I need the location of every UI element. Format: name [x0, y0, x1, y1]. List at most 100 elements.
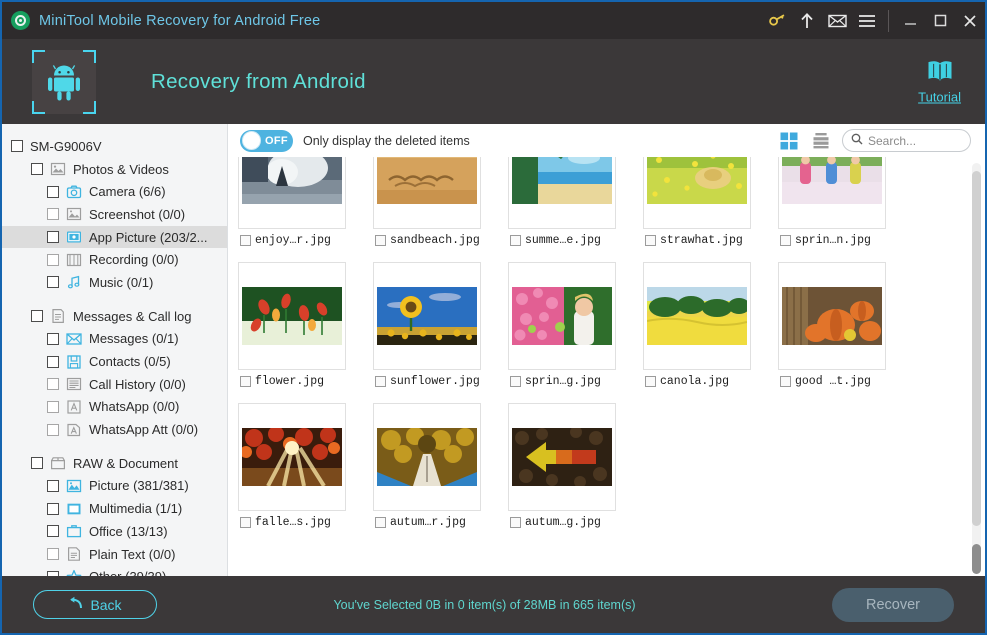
search-input[interactable]	[868, 134, 962, 148]
file-thumbnail[interactable]	[508, 403, 616, 511]
close-button[interactable]	[955, 2, 985, 39]
music-icon	[66, 274, 82, 290]
item-label: Recording (0/0)	[89, 252, 179, 267]
file-thumbnail[interactable]	[373, 262, 481, 370]
file-checkbox[interactable]	[510, 517, 521, 528]
file-thumbnail[interactable]	[238, 157, 346, 229]
item-checkbox[interactable]	[47, 401, 59, 413]
item-checkbox[interactable]	[47, 254, 59, 266]
sidebar-item-whatsapp-att[interactable]: WhatsApp Att (0/0)	[2, 418, 227, 441]
item-checkbox[interactable]	[47, 186, 59, 198]
file-cell[interactable]: falle…s.jpg	[238, 403, 372, 529]
file-cell[interactable]: strawhat.jpg	[643, 157, 777, 247]
sidebar-item-app-picture[interactable]: App Picture (203/2...	[2, 226, 227, 249]
file-checkbox[interactable]	[375, 517, 386, 528]
file-cell[interactable]: sunflower.jpg	[373, 262, 507, 388]
file-cell[interactable]: canola.jpg	[643, 262, 777, 388]
file-cell[interactable]: enjoy…r.jpg	[238, 157, 372, 247]
sidebar-item-screenshot[interactable]: Screenshot (0/0)	[2, 203, 227, 226]
file-thumbnail[interactable]	[778, 157, 886, 229]
sidebar-group-photos-videos[interactable]: Photos & Videos	[2, 158, 227, 181]
item-checkbox[interactable]	[47, 525, 59, 537]
titlebar-divider	[888, 10, 889, 32]
search-box[interactable]	[842, 129, 971, 152]
file-checkbox[interactable]	[375, 235, 386, 246]
tutorial-link[interactable]: Tutorial	[918, 59, 961, 104]
file-checkbox[interactable]	[240, 517, 251, 528]
sidebar-item-call-history[interactable]: Call History (0/0)	[2, 373, 227, 396]
screenshot-icon	[66, 206, 82, 222]
upload-arrow-icon[interactable]	[792, 2, 822, 39]
recover-button[interactable]: Recover	[832, 588, 954, 622]
item-checkbox[interactable]	[47, 208, 59, 220]
file-checkbox[interactable]	[375, 376, 386, 387]
sidebar-item-picture[interactable]: Picture (381/381)	[2, 475, 227, 498]
file-cell[interactable]: good …t.jpg	[778, 262, 912, 388]
file-thumbnail[interactable]	[508, 157, 616, 229]
sidebar-item-multimedia[interactable]: Multimedia (1/1)	[2, 497, 227, 520]
sidebar-item-plain-text[interactable]: Plain Text (0/0)	[2, 543, 227, 566]
vertical-scrollbar[interactable]	[972, 163, 981, 574]
file-checkbox[interactable]	[510, 235, 521, 246]
maximize-button[interactable]	[925, 2, 955, 39]
scrollbar-thumb[interactable]	[972, 171, 981, 526]
file-cell[interactable]: sandbeach.jpg	[373, 157, 507, 247]
file-thumbnail[interactable]	[373, 157, 481, 229]
item-checkbox[interactable]	[47, 548, 59, 560]
item-checkbox[interactable]	[47, 424, 59, 436]
file-cell[interactable]: autum…g.jpg	[508, 403, 642, 529]
group-checkbox[interactable]	[31, 457, 43, 469]
file-checkbox[interactable]	[240, 376, 251, 387]
file-checkbox[interactable]	[510, 376, 521, 387]
sidebar-item-office[interactable]: Office (13/13)	[2, 520, 227, 543]
file-thumbnail[interactable]	[643, 262, 751, 370]
scrollbar-thumb-end[interactable]	[972, 544, 981, 574]
key-icon[interactable]	[762, 2, 792, 39]
sidebar-item-messages[interactable]: Messages (0/1)	[2, 328, 227, 351]
file-thumbnail[interactable]	[643, 157, 751, 229]
group-checkbox[interactable]	[31, 310, 43, 322]
file-thumbnail[interactable]	[238, 403, 346, 511]
item-checkbox[interactable]	[47, 276, 59, 288]
sidebar-item-contacts[interactable]: Contacts (0/5)	[2, 350, 227, 373]
file-checkbox[interactable]	[645, 376, 656, 387]
minimize-button[interactable]	[895, 2, 925, 39]
file-thumbnail[interactable]	[508, 262, 616, 370]
file-checkbox[interactable]	[240, 235, 251, 246]
grid-view-icon[interactable]	[778, 130, 800, 152]
mail-icon[interactable]	[822, 2, 852, 39]
sidebar-item-recording[interactable]: Recording (0/0)	[2, 248, 227, 271]
file-thumbnail[interactable]	[238, 262, 346, 370]
item-checkbox[interactable]	[47, 356, 59, 368]
sidebar-group-raw-document[interactable]: RAW & Document	[2, 452, 227, 475]
item-checkbox[interactable]	[47, 480, 59, 492]
file-cell[interactable]: flower.jpg	[238, 262, 372, 388]
list-view-icon[interactable]	[810, 130, 832, 152]
whatsapp-attachment-icon	[66, 422, 82, 438]
file-cell[interactable]: sprin…n.jpg	[778, 157, 912, 247]
file-thumbnail[interactable]	[778, 262, 886, 370]
file-checkbox[interactable]	[645, 235, 656, 246]
file-thumbnail[interactable]	[373, 403, 481, 511]
item-checkbox[interactable]	[47, 231, 59, 243]
sidebar-item-camera[interactable]: Camera (6/6)	[2, 180, 227, 203]
hamburger-menu-icon[interactable]	[852, 2, 882, 39]
file-cell[interactable]: summe…e.jpg	[508, 157, 642, 247]
sidebar-item-other[interactable]: Other (39/39)	[2, 565, 227, 576]
sidebar-item-device[interactable]: SM-G9006V	[2, 135, 227, 158]
file-checkbox[interactable]	[780, 376, 791, 387]
item-checkbox[interactable]	[47, 503, 59, 515]
file-cell[interactable]: autum…r.jpg	[373, 403, 507, 529]
item-checkbox[interactable]	[47, 333, 59, 345]
file-checkbox[interactable]	[780, 235, 791, 246]
sidebar-group-messages-call-log[interactable]: Messages & Call log	[2, 305, 227, 328]
file-cell[interactable]: sprin…g.jpg	[508, 262, 642, 388]
file-caption: autum…r.jpg	[373, 516, 507, 529]
group-checkbox[interactable]	[31, 163, 43, 175]
sidebar-item-music[interactable]: Music (0/1)	[2, 271, 227, 294]
deleted-items-toggle[interactable]: OFF	[240, 130, 293, 152]
sidebar-item-whatsapp[interactable]: WhatsApp (0/0)	[2, 396, 227, 419]
sidebar-tree: SM-G9006V Photos & Videos Camera (6/6) S…	[2, 124, 228, 576]
device-checkbox[interactable]	[11, 140, 23, 152]
item-checkbox[interactable]	[47, 378, 59, 390]
